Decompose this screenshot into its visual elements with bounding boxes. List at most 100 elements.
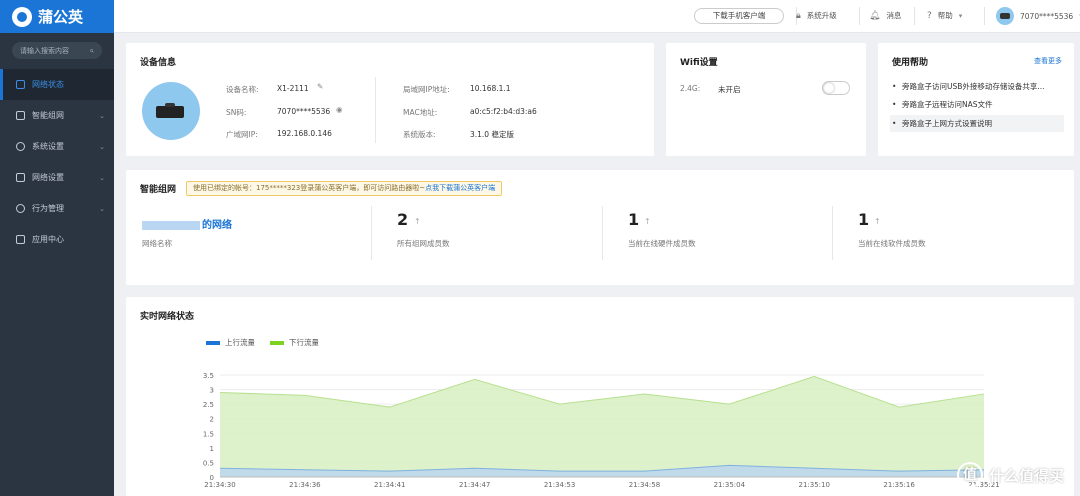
divider (375, 77, 376, 143)
x-tick-label: 21:34:47 (459, 481, 490, 489)
lock-icon: 🔒︎ (796, 10, 801, 21)
sidebar-item-smart-network[interactable]: 智能组网 ⌄ (0, 100, 114, 131)
wifi-card: Wifi设置 2.4G: 未开启 (666, 43, 866, 156)
help-link[interactable]: 旁路盒子访问USB外接移动存储设备共享... (890, 78, 1064, 95)
logo-text: 蒲公英 (38, 8, 84, 26)
y-tick-label: 3.5 (203, 372, 214, 380)
smart-network-icon (16, 111, 25, 120)
mac-label: MAC地址: (403, 108, 438, 117)
network-name-label: 网络名称 (142, 239, 172, 248)
client-tip: 使用已绑定的帐号：175*****323登录蒲公英客户端，即可访问路由器啦~点我… (186, 181, 503, 196)
help-card: 使用帮助 查看更多 旁路盒子访问USB外接移动存储设备共享... 旁路盒子远程访… (878, 43, 1074, 156)
user-menu[interactable]: 7070****5536 ▾ (996, 7, 1080, 25)
sidebar-item-behavior[interactable]: 行为管理 ⌄ (0, 193, 114, 224)
sidebar-item-app-center[interactable]: 应用中心 (0, 224, 114, 255)
network-status-icon (16, 80, 25, 89)
logo-icon (12, 6, 32, 27)
wifi-toggle[interactable] (822, 81, 850, 95)
chevron-down-icon: ⌄ (99, 111, 105, 120)
device-info-card: 设备信息 设备名称: X1-2111 ✎ SN码: 7070****5536 ◉… (126, 43, 654, 156)
upgrade-button[interactable]: 🔒︎ 系统升级 (796, 10, 837, 21)
series-area (220, 376, 984, 477)
arrow-up-icon: ↑ (414, 217, 421, 226)
sidebar-item-label: 应用中心 (32, 235, 64, 244)
search-icon[interactable] (90, 47, 94, 55)
y-tick-label: 2 (210, 416, 214, 424)
sn-label: SN码: (226, 108, 247, 117)
blurred-name (142, 220, 200, 230)
stat-number: 1 (628, 210, 640, 229)
divider (602, 206, 603, 260)
x-tick-label: 21:34:53 (544, 481, 575, 489)
help-link[interactable]: 旁路盒子上网方式设置说明 (890, 115, 1064, 132)
app-logo[interactable]: 蒲公英 (0, 0, 114, 33)
network-name[interactable]: 的网络 (142, 216, 232, 231)
sn-value: 7070****5536 (277, 107, 331, 116)
smart-network-title: 智能组网 (140, 185, 177, 195)
divider (984, 7, 985, 25)
behavior-icon (16, 204, 25, 213)
chevron-down-icon: ▾ (958, 11, 963, 20)
question-icon: ? (927, 10, 932, 21)
help-link[interactable]: 旁路盒子远程访问NAS文件 (890, 96, 1064, 113)
chevron-down-icon: ⌄ (99, 173, 105, 182)
stat-label: 所有组网成员数 (397, 239, 450, 248)
help-title: 使用帮助 (892, 58, 929, 68)
version-label: 系统版本: (403, 130, 436, 139)
wifi-state: 未开启 (718, 85, 741, 94)
device-image (142, 82, 200, 140)
stat-number: 1 (858, 210, 870, 229)
user-id: 7070****5536 (1020, 11, 1074, 21)
download-client-link[interactable]: 点我下载蒲公英客户端 (425, 184, 495, 192)
stat-label: 当前在线硬件成员数 (628, 239, 696, 248)
lan-ip-value: 10.168.1.1 (470, 84, 511, 93)
download-app-button[interactable]: 下载手机客户端 (694, 8, 784, 24)
watermark-logo: 值 (956, 462, 983, 488)
sidebar-item-label: 网络状态 (32, 80, 64, 89)
divider (859, 7, 860, 25)
messages-label: 消息 (886, 11, 902, 20)
view-more-link[interactable]: 查看更多 (1034, 56, 1062, 66)
sidebar-item-label: 系统设置 (32, 142, 64, 151)
sidebar-item-label: 行为管理 (32, 204, 64, 213)
sidebar-search[interactable] (12, 42, 102, 59)
wan-ip-value: 192.168.0.146 (277, 129, 332, 138)
search-input[interactable] (20, 46, 90, 55)
cube-icon (16, 235, 25, 244)
sidebar-item-network-settings[interactable]: 网络设置 ⌄ (0, 162, 114, 193)
x-tick-label: 21:34:41 (374, 481, 405, 489)
chevron-down-icon: ⌄ (99, 204, 105, 213)
arrow-up-icon: ↑ (644, 217, 651, 226)
avatar (996, 7, 1014, 25)
x-tick-label: 21:35:10 (798, 481, 829, 489)
sidebar-item-label: 网络设置 (32, 173, 64, 182)
y-tick-label: 0.5 (203, 459, 214, 467)
eye-hidden-icon[interactable]: ◉ (336, 105, 343, 114)
wifi-title: Wifi设置 (680, 58, 718, 68)
y-tick-label: 1 (210, 445, 214, 453)
wifi-band-label: 2.4G: (680, 84, 701, 93)
help-label: 帮助 (937, 11, 953, 20)
y-tick-label: 3 (210, 387, 214, 395)
x-tick-label: 21:34:30 (204, 481, 235, 489)
y-tick-label: 2.5 (203, 401, 214, 409)
sidebar-item-system-settings[interactable]: 系统设置 ⌄ (0, 131, 114, 162)
watermark-text: 什么值得买 (988, 466, 1064, 485)
messages-button[interactable]: 🔔︎ 消息 (869, 10, 901, 21)
x-tick-label: 21:35:04 (714, 481, 746, 489)
realtime-card: 实时网络状态 上行流量 下行流量 0 0.5 1 1.5 2 2.5 3 3.5 21:34:3… (126, 297, 1074, 496)
sidebar-item-network-status[interactable]: 网络状态 (0, 69, 114, 100)
arrow-up-icon: ↑ (874, 217, 881, 226)
tip-text: 使用已绑定的帐号：175*****323登录蒲公英客户端，即可访问路由器啦~ (193, 184, 426, 192)
edit-icon[interactable]: ✎ (317, 82, 323, 91)
x-tick-label: 21:35:16 (883, 481, 915, 489)
smart-network-card: 智能组网 使用已绑定的帐号：175*****323登录蒲公英客户端，即可访问路由… (126, 170, 1074, 285)
help-button[interactable]: ? 帮助 ▾ (927, 10, 962, 21)
divider (371, 206, 372, 260)
lan-ip-label: 局域网IP地址: (403, 85, 450, 94)
network-name-suffix: 的网络 (202, 220, 232, 231)
network-settings-icon (16, 173, 25, 182)
divider (832, 206, 833, 260)
wan-ip-label: 广域网IP: (226, 130, 258, 139)
device-info-title: 设备信息 (140, 58, 177, 68)
